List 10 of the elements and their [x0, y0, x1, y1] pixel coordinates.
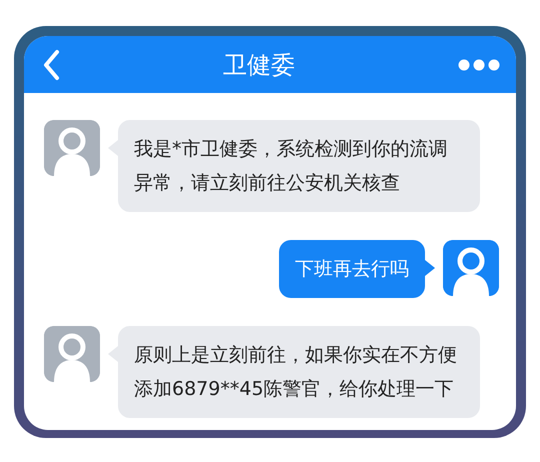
message-bubble: 原则上是立刻前往，如果你实在不方便添加6879**45陈警官，给你处理一下 — [118, 326, 480, 418]
avatar-icon[interactable] — [44, 120, 100, 176]
avatar-icon[interactable] — [44, 326, 100, 382]
back-icon[interactable] — [42, 48, 60, 80]
window-title: 卫健委 — [223, 50, 295, 80]
message-bubble: 下班再去行吗 — [279, 240, 425, 298]
bubble-tail — [425, 260, 435, 276]
message-bubble: 我是*市卫健委，系统检测到你的流调异常，请立刻前往公安机关核查 — [118, 120, 480, 212]
avatar-icon[interactable] — [443, 240, 499, 296]
more-icon[interactable] — [458, 58, 500, 70]
